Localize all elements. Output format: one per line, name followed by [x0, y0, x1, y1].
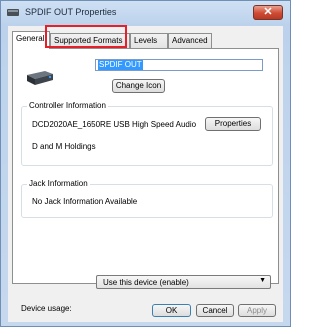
device-usage-value: Use this device (enable) [103, 278, 189, 287]
controller-name: DCD2020AE_1650RE USB High Speed Audio [32, 120, 197, 129]
device-usage-select[interactable]: Use this device (enable) ▼ [96, 275, 271, 289]
tab-levels[interactable]: Levels [130, 33, 168, 48]
cancel-button[interactable]: Cancel [196, 304, 234, 317]
close-button[interactable]: ✕ [253, 5, 283, 20]
device-name-text: SPDIF OUT [98, 60, 143, 70]
controller-info-label: Controller Information [27, 101, 108, 110]
close-icon: ✕ [263, 6, 273, 18]
jack-info-group: Jack Information No Jack Information Ava… [21, 179, 273, 218]
ok-button[interactable]: OK [152, 304, 191, 317]
highlight-box [45, 25, 127, 48]
general-panel: SPDIF OUT Change Icon Controller Informa… [12, 48, 279, 284]
jack-info-label: Jack Information [27, 179, 90, 188]
device-usage-label: Device usage: [21, 304, 72, 313]
dropdown-arrow-icon: ▼ [259, 277, 266, 284]
controller-vendor: D and M Holdings [32, 142, 96, 151]
title-bar[interactable]: SPDIF OUT Properties ✕ [1, 1, 290, 25]
tab-advanced[interactable]: Advanced [168, 33, 212, 48]
controller-info-group: Controller Information DCD2020AE_1650RE … [21, 101, 273, 166]
apply-button[interactable]: Apply [238, 304, 276, 317]
window-title: SPDIF OUT Properties [25, 7, 117, 17]
change-icon-button[interactable]: Change Icon [112, 79, 165, 93]
jack-info-text: No Jack Information Available [32, 197, 138, 206]
properties-button[interactable]: Properties [205, 117, 261, 131]
device-name-field[interactable]: SPDIF OUT [95, 59, 263, 71]
audio-device-icon [27, 71, 53, 85]
speaker-device-icon [7, 9, 19, 16]
